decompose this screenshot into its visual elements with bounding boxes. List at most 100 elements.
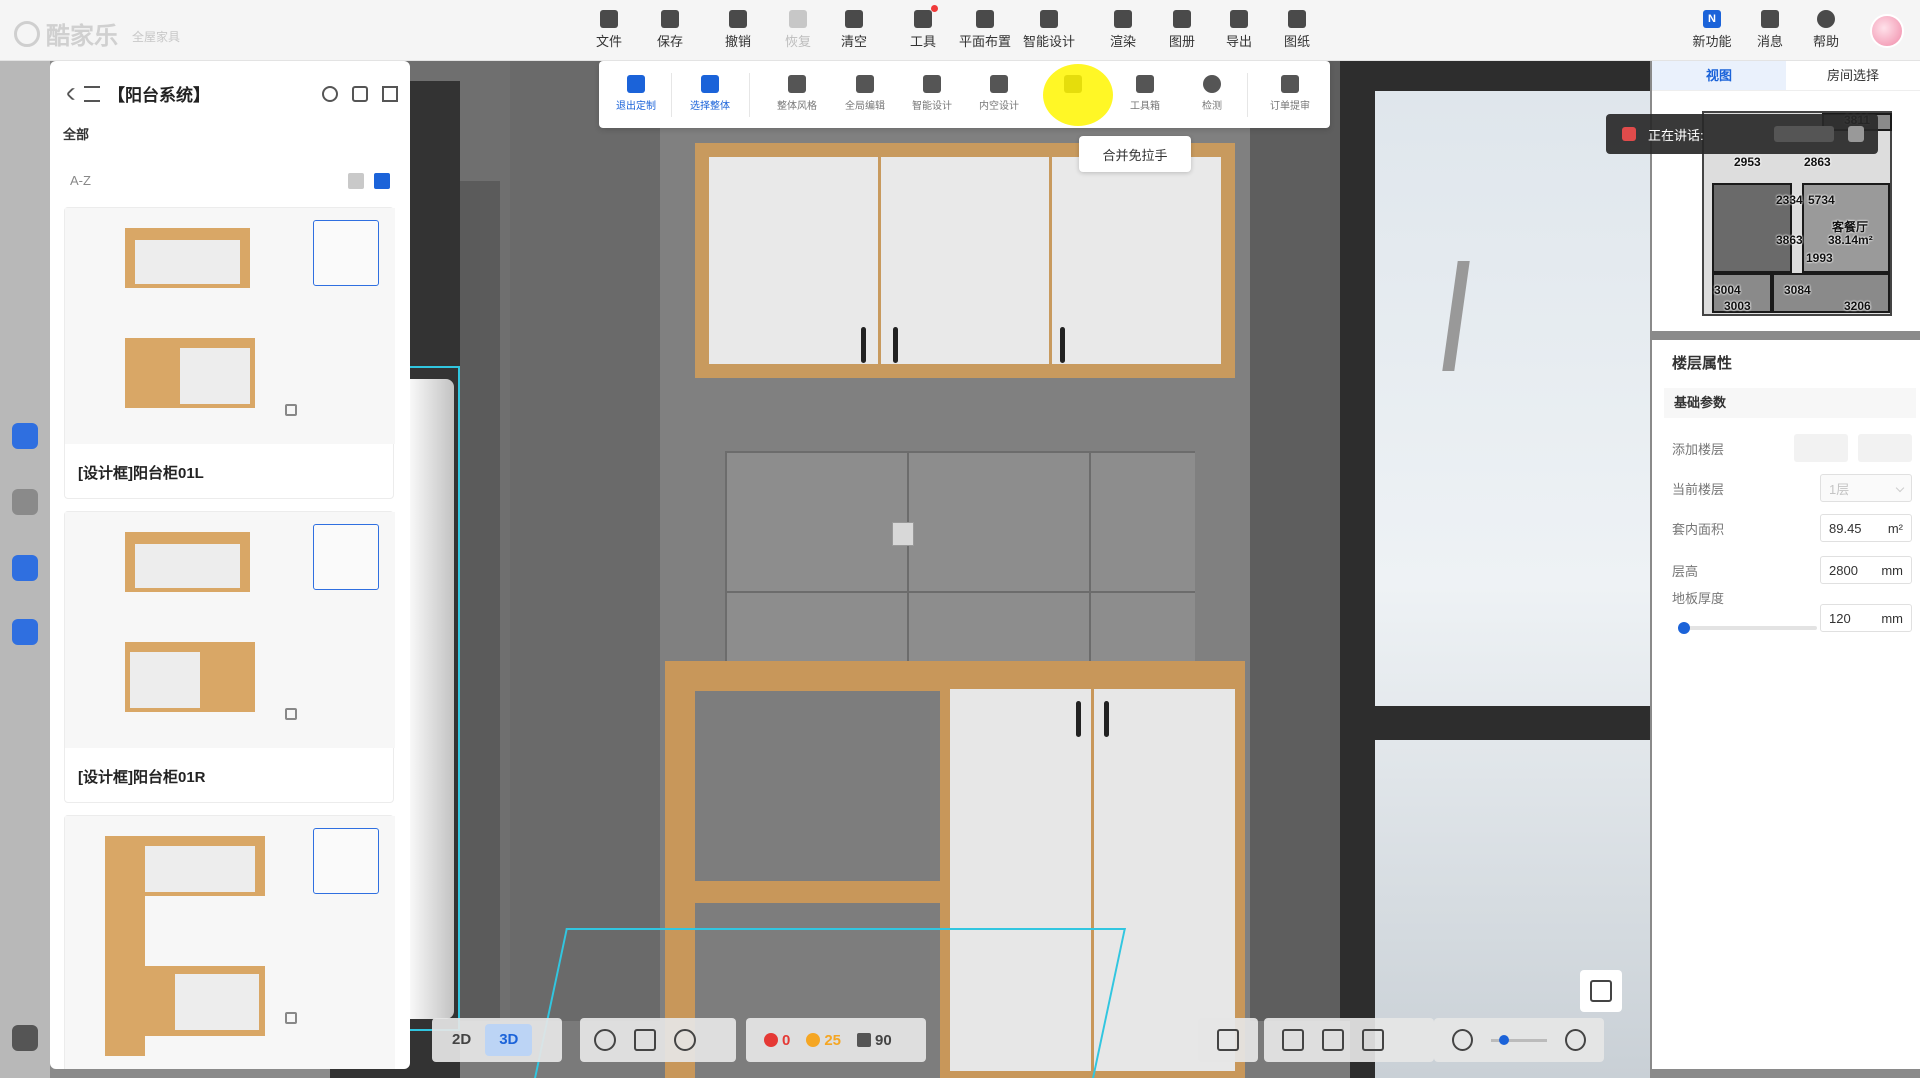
smart-design-sub-button[interactable]: 智能设计 [901,75,963,112]
product-thumbnail[interactable] [313,828,379,894]
check-button[interactable]: 检测 [1181,75,1243,112]
render-button[interactable]: 渲染 [1093,10,1153,56]
cabinet-door[interactable] [880,157,1050,364]
tab-room-select[interactable]: 房间选择 [1786,61,1920,90]
user-icon[interactable] [12,555,38,581]
notification-dot [931,5,938,12]
help-button[interactable]: 帮助 [1796,10,1856,56]
new-badge-icon: N [1703,10,1721,28]
zoom-slider[interactable] [1490,1034,1548,1045]
minimap-label: 3004 [1714,283,1741,297]
divider [1247,73,1248,117]
camera-bar [1264,1018,1434,1062]
clipboard-float[interactable] [1580,970,1622,1012]
file-button[interactable]: 文件 [579,10,639,56]
layout-icon [976,10,994,28]
exit-custom-button[interactable]: 退出定制 [605,75,667,112]
drawing-button[interactable]: 图纸 [1267,10,1327,56]
clear-button[interactable]: 清空 [824,10,884,56]
fit-view-icon[interactable] [1362,1029,1384,1051]
cabinet-icon[interactable] [12,619,38,645]
cabinet-handle [1076,701,1081,737]
toolbox-button[interactable]: 工具箱 [1114,75,1176,112]
zoom-knob[interactable] [1498,1034,1509,1045]
back-icon[interactable] [65,86,81,101]
copy-icon[interactable] [285,404,297,416]
list-view-icon[interactable] [374,173,390,189]
album-button[interactable]: 图册 [1152,10,1212,56]
category-all[interactable]: 全部 [63,124,89,143]
camera-view-icon[interactable] [1282,1029,1304,1051]
copy-icon[interactable] [285,1012,297,1024]
sofa-icon[interactable] [12,423,38,449]
brand-sub: 全屋家具 [132,30,181,44]
add-floor-below-button[interactable] [1858,434,1912,462]
reply-icon[interactable] [1848,126,1864,142]
order-review-button[interactable]: 订单提审 [1259,75,1321,112]
product-name: [设计框]阳台柜01L [78,465,204,482]
select-whole-button[interactable]: 选择整体 [679,75,741,112]
undo-icon [729,10,747,28]
catalog-header: 【阳台系统】 [62,81,398,106]
height-field[interactable]: 2800 mm [1820,556,1912,584]
sort-toggle[interactable]: A-Z [70,173,91,188]
product-card[interactable]: [设计框]阳台柜01R [64,511,395,803]
cabinet-handle [892,327,898,363]
cabinet-door[interactable] [709,157,878,364]
product-thumbnail[interactable] [313,524,379,590]
cabinet-door[interactable] [1052,157,1222,364]
brand-name: 酷家乐 [46,23,118,50]
inner-design-button[interactable]: 内空设计 [968,75,1030,112]
3d-viewport[interactable] [330,61,1650,1078]
smart-design-button[interactable]: 智能设计 [1019,10,1079,56]
upper-cabinet[interactable] [695,143,1235,378]
mode-3d-button[interactable]: 3D [485,1024,533,1056]
cube-icon[interactable] [634,1029,656,1051]
eye-icon[interactable] [594,1029,616,1051]
cabinet-door[interactable] [1094,689,1235,1071]
crown-icon[interactable] [12,489,38,515]
current-floor-select[interactable]: 1层 [1820,474,1912,502]
image-icon [1173,10,1191,28]
add-floor-label: 添加楼层 [1672,441,1725,457]
save-button[interactable]: 保存 [640,10,700,56]
mode-2d-button[interactable]: 2D [438,1024,485,1056]
zoom-in-icon[interactable] [1565,1029,1586,1051]
slab-field[interactable]: 120 mm [1820,604,1912,632]
area-field[interactable]: 89.45 m² [1820,514,1912,542]
avatar[interactable] [1870,14,1904,48]
global-edit-button[interactable]: 全局编辑 [834,75,896,112]
toggle-icon[interactable] [1217,1029,1239,1051]
gauge-icon[interactable] [674,1029,696,1051]
product-card[interactable] [64,815,395,1069]
grid-view-icon[interactable] [348,173,364,189]
list-menu-icon[interactable] [84,85,100,102]
collapse-icon[interactable] [382,85,398,102]
clipboard-icon [1590,980,1612,1002]
product-thumbnail[interactable] [313,220,379,286]
slab-slider[interactable] [1678,622,1817,634]
filter-icon[interactable] [352,85,368,102]
layout-button[interactable]: 平面布置 [955,10,1015,56]
message-button[interactable]: 消息 [1740,10,1800,56]
undo-button[interactable]: 撤销 [708,10,768,56]
check-stats-bar[interactable]: 0 25 90 [746,1018,926,1062]
export-button[interactable]: 导出 [1209,10,1269,56]
layers-bar [1198,1018,1258,1062]
copy-icon[interactable] [285,708,297,720]
list-icon[interactable] [12,1025,38,1051]
search-icon[interactable] [322,85,338,102]
zoom-out-icon[interactable] [1452,1029,1473,1051]
redo-button[interactable]: 恢复 [768,10,828,56]
slider-knob[interactable] [1678,622,1690,634]
current-floor-row: 当前楼层 1层 [1672,474,1912,502]
render-door [135,544,240,588]
camera-rotate-icon[interactable] [1322,1029,1344,1051]
basic-params-header[interactable]: 基础参数 [1664,388,1916,418]
whole-style-button[interactable]: 整体风格 [766,75,828,112]
new-feature-button[interactable]: N 新功能 [1682,10,1742,56]
tools-button[interactable]: 工具 [893,5,953,56]
tab-view[interactable]: 视图 [1652,61,1786,90]
product-card[interactable]: [设计框]阳台柜01L [64,207,395,499]
add-floor-above-button[interactable] [1794,434,1848,462]
